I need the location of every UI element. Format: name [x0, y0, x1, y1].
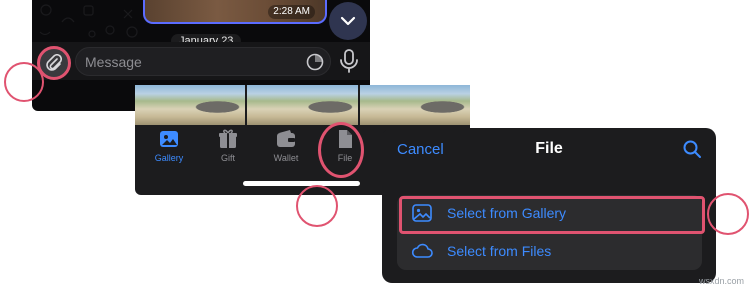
gallery-thumbnail[interactable] [135, 85, 246, 125]
message-placeholder: Message [85, 54, 142, 70]
photo-time: 2:28 AM [268, 5, 315, 19]
microphone-icon[interactable] [338, 48, 360, 74]
gallery-icon [160, 131, 178, 147]
tab-wallet-label: Wallet [273, 153, 299, 163]
paperclip-icon [46, 54, 62, 71]
photo-message[interactable]: 2:28 AM [143, 0, 327, 24]
select-from-files-option[interactable]: Select from Files [397, 233, 702, 270]
tap-indicator-ring [707, 193, 749, 235]
gallery-thumbnail[interactable] [247, 85, 358, 125]
tab-gift[interactable]: Gift [208, 127, 248, 163]
gallery-thumbnail[interactable] [359, 85, 470, 125]
gallery-thumbnails [135, 85, 470, 125]
tab-gallery[interactable]: Gallery [149, 127, 189, 163]
sticker-icon[interactable] [306, 53, 324, 71]
chevron-down-icon [340, 16, 356, 26]
message-input[interactable]: Message [75, 47, 331, 76]
gift-icon [219, 129, 237, 148]
tab-gallery-label: Gallery [154, 153, 184, 163]
sheet-title: File [535, 140, 563, 157]
select-from-files-label: Select from Files [447, 243, 552, 259]
tap-indicator-ring [296, 185, 338, 227]
home-indicator [243, 181, 360, 186]
cloud-icon [411, 243, 433, 258]
search-icon[interactable] [682, 139, 702, 159]
tab-wallet[interactable]: Wallet [266, 127, 306, 163]
watermark: wsxdn.com [698, 276, 744, 286]
gallery-option-highlight [399, 196, 705, 234]
scroll-down-button[interactable] [329, 2, 367, 40]
file-tab-highlight-ring [318, 122, 364, 178]
tab-gift-label: Gift [220, 153, 235, 163]
tap-indicator-ring [4, 62, 44, 102]
wallet-icon [277, 130, 295, 147]
